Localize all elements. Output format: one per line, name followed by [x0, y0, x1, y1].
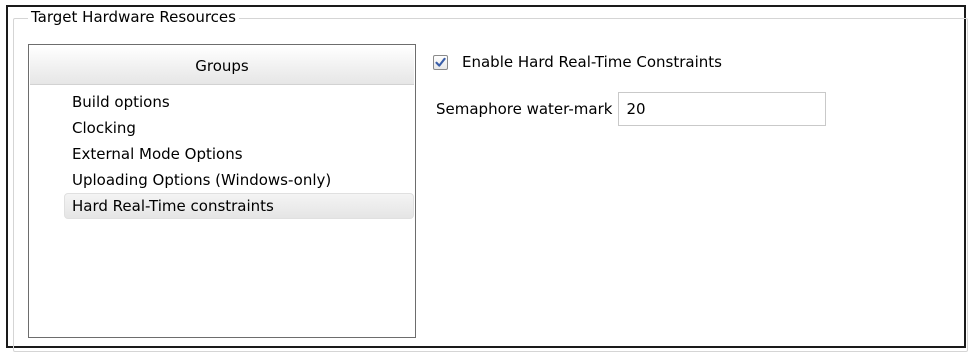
groups-item-uploading-options[interactable]: Uploading Options (Windows-only) [66, 167, 414, 193]
groups-list: Build options Clocking External Mode Opt… [64, 89, 414, 219]
groups-item-hard-real-time-constraints[interactable]: Hard Real-Time constraints [64, 193, 414, 219]
semaphore-label: Semaphore water-mark [436, 100, 613, 118]
enable-hard-rt-label: Enable Hard Real-Time Constraints [462, 53, 722, 71]
enable-hard-rt-row[interactable]: Enable Hard Real-Time Constraints [433, 51, 722, 73]
semaphore-row: Semaphore water-mark [436, 92, 827, 126]
groups-item-external-mode-options[interactable]: External Mode Options [66, 141, 414, 167]
groups-panel: Groups Build options Clocking External M… [28, 44, 416, 338]
semaphore-input[interactable] [618, 92, 827, 126]
groupbox-title: Target Hardware Resources [28, 7, 239, 27]
enable-hard-rt-checkbox[interactable] [433, 54, 448, 70]
groups-item-clocking[interactable]: Clocking [66, 115, 414, 141]
groups-item-build-options[interactable]: Build options [66, 89, 414, 115]
checkmark-icon [435, 57, 446, 67]
groups-header[interactable]: Groups [30, 46, 414, 85]
